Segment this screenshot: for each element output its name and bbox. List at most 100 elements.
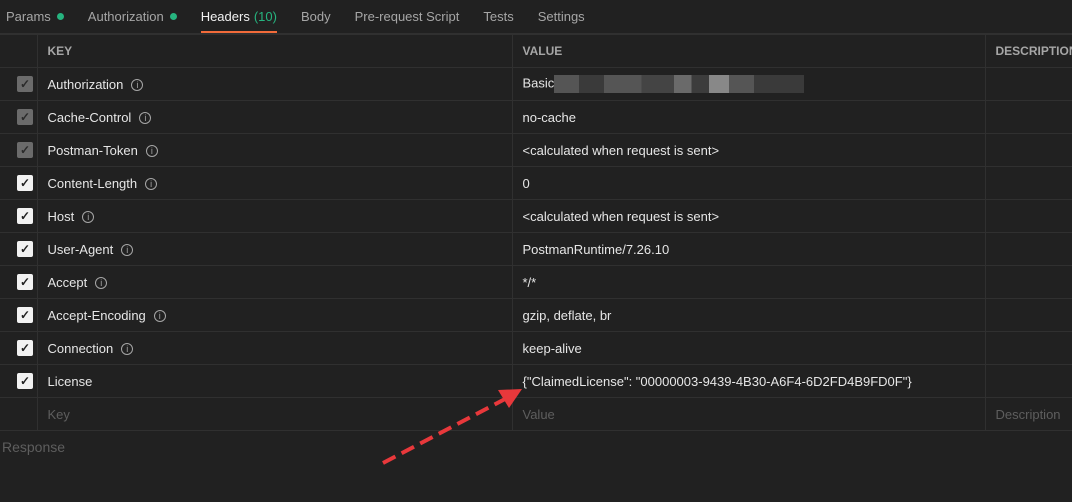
tab-label: Body [300, 9, 331, 24]
row-checkbox[interactable]: ✓ [17, 373, 33, 389]
check-icon: ✓ [19, 275, 31, 289]
key-input[interactable]: Key [36, 397, 513, 431]
header-value: Basic [522, 75, 555, 91]
value-cell[interactable]: <calculated when request is sent> [511, 133, 986, 167]
check-icon: ✓ [19, 143, 31, 157]
redacted-value [554, 75, 805, 93]
description-cell[interactable] [984, 100, 1072, 134]
key-cell[interactable]: Accept i [36, 265, 513, 299]
tab-label: Settings [537, 9, 585, 24]
row-checkbox[interactable]: ✓ [17, 241, 33, 257]
tab-authorization[interactable]: Authorization [88, 0, 177, 34]
description-column-header: DESCRIPTION [984, 34, 1072, 68]
tab-label: Params [6, 9, 51, 24]
tab-pre-request-script[interactable]: Pre-request Script [355, 0, 460, 34]
check-icon: ✓ [19, 176, 31, 190]
header-value: keep-alive [522, 340, 582, 356]
header-key: Content-Length [47, 175, 138, 191]
header-key: Authorization [47, 76, 124, 92]
row-checkbox[interactable]: ✓ [17, 175, 33, 191]
status-dot-icon [56, 13, 64, 20]
value-cell[interactable]: Basic [511, 67, 986, 101]
key-cell[interactable]: Connection i [36, 331, 513, 365]
status-dot-icon [169, 13, 177, 20]
description-cell[interactable] [984, 133, 1072, 167]
value-cell[interactable]: keep-alive [511, 331, 986, 365]
table-row: ✓ Accept-Encoding i gzip, deflate, br [0, 298, 1072, 332]
key-cell[interactable]: Authorization i [36, 67, 513, 101]
tab-settings[interactable]: Settings [538, 0, 585, 34]
table-row: ✓ Content-Length i 0 [0, 166, 1072, 200]
description-cell[interactable] [984, 199, 1072, 233]
info-icon[interactable]: i [82, 211, 95, 224]
header-value: {"ClaimedLicense": "00000003-9439-4B30-A… [522, 373, 912, 389]
check-icon: ✓ [19, 77, 31, 91]
value-cell[interactable]: */* [511, 265, 986, 299]
description-cell[interactable] [984, 166, 1072, 200]
key-cell[interactable]: User-Agent i [36, 232, 513, 266]
value-cell[interactable]: 0 [511, 166, 986, 200]
description-cell[interactable] [984, 331, 1072, 365]
header-key: Accept-Encoding [47, 307, 146, 323]
tab-params[interactable]: Params [6, 0, 64, 34]
row-checkbox[interactable]: ✓ [17, 109, 33, 125]
header-key: Host [47, 208, 75, 224]
request-tabs: Params Authorization Headers (10) Body Pre-re… [0, 0, 1072, 34]
description-cell[interactable] [984, 67, 1072, 101]
description-cell[interactable] [984, 364, 1072, 398]
header-key: Accept [47, 274, 88, 290]
row-checkbox[interactable]: ✓ [17, 340, 33, 356]
info-icon[interactable]: i [121, 343, 134, 356]
table-row: ✓ Connection i keep-alive [0, 331, 1072, 365]
key-cell[interactable]: Host i [36, 199, 513, 233]
tab-headers[interactable]: Headers (10) [200, 0, 278, 34]
row-checkbox[interactable]: ✓ [17, 76, 33, 92]
value-cell[interactable]: <calculated when request is sent> [511, 199, 986, 233]
tab-body[interactable]: Body [301, 0, 331, 34]
header-value: gzip, deflate, br [522, 307, 612, 323]
table-row: ✓ Authorization i Basic [0, 67, 1072, 101]
info-icon[interactable]: i [145, 178, 158, 191]
row-checkbox[interactable]: ✓ [17, 307, 33, 323]
value-cell[interactable]: gzip, deflate, br [511, 298, 986, 332]
check-icon: ✓ [19, 341, 31, 355]
info-icon[interactable]: i [95, 277, 108, 290]
key-cell[interactable]: Content-Length i [36, 166, 513, 200]
key-cell[interactable]: License [36, 364, 513, 398]
header-value: */* [522, 274, 537, 290]
key-cell[interactable]: Postman-Token i [36, 133, 513, 167]
row-checkbox[interactable]: ✓ [17, 142, 33, 158]
header-value: <calculated when request is sent> [522, 142, 720, 158]
header-value: 0 [522, 175, 530, 191]
row-checkbox[interactable]: ✓ [17, 274, 33, 290]
key-cell[interactable]: Cache-Control i [36, 100, 513, 134]
value-input[interactable]: Value [511, 397, 986, 431]
description-cell[interactable] [984, 265, 1072, 299]
info-icon[interactable]: i [145, 145, 158, 158]
info-icon[interactable]: i [153, 310, 166, 323]
header-key: User-Agent [47, 241, 114, 257]
table-row: ✓ Host i <calculated when request is sent… [0, 199, 1072, 233]
info-icon[interactable]: i [121, 244, 134, 257]
check-icon: ✓ [19, 209, 31, 223]
description-cell[interactable] [984, 232, 1072, 266]
key-cell[interactable]: Accept-Encoding i [36, 298, 513, 332]
value-cell[interactable]: PostmanRuntime/7.26.10 [511, 232, 986, 266]
table-row: ✓ Postman-Token i <calculated when reques… [0, 133, 1072, 167]
info-icon[interactable]: i [131, 79, 144, 92]
description-input[interactable]: Description [984, 397, 1072, 431]
check-icon: ✓ [19, 308, 31, 322]
key-column-header: KEY [36, 34, 513, 68]
header-key: License [47, 373, 93, 389]
row-checkbox[interactable]: ✓ [17, 208, 33, 224]
value-cell[interactable]: no-cache [511, 100, 986, 134]
headers-table: KEY VALUE DESCRIPTION ✓ Authorization i B… [0, 34, 1072, 431]
table-row: ✓ License {"ClaimedLicense": "00000003-9… [0, 364, 1072, 398]
info-icon[interactable]: i [139, 112, 152, 125]
new-header-row: Key Value Description [0, 397, 1072, 431]
tab-count: (10) [253, 9, 277, 24]
table-row: ✓ Cache-Control i no-cache [0, 100, 1072, 134]
tab-tests[interactable]: Tests [483, 0, 513, 34]
value-cell[interactable]: {"ClaimedLicense": "00000003-9439-4B30-A… [511, 364, 986, 398]
description-cell[interactable] [984, 298, 1072, 332]
